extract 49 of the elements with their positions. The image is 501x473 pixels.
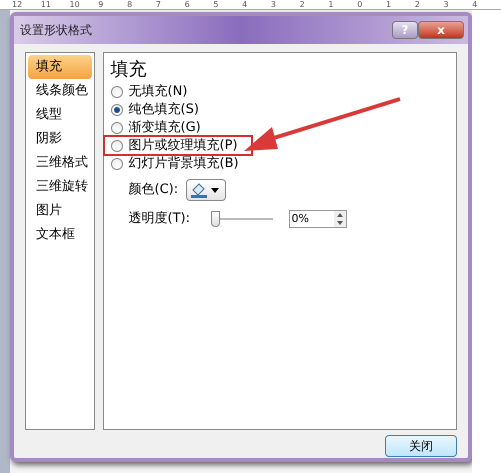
category-item[interactable]: 三维旋转 xyxy=(28,175,92,199)
ruler-number: 0 xyxy=(357,0,364,8)
ruler-number: 11 xyxy=(40,0,52,8)
ruler-number: 9 xyxy=(98,0,104,8)
category-item[interactable]: 线型 xyxy=(28,103,92,127)
spin-field[interactable]: 0% xyxy=(288,210,347,228)
slider-thumb[interactable] xyxy=(210,210,220,227)
ruler-number: 1 xyxy=(386,0,392,8)
ruler-number: 4 xyxy=(242,0,248,8)
close-dialog-button[interactable]: 关闭 xyxy=(385,435,457,457)
ruler-number: 5 xyxy=(213,0,220,8)
ruler-number: 4 xyxy=(472,0,478,8)
paint-bucket-icon xyxy=(190,182,208,198)
category-item[interactable]: 三维格式 xyxy=(28,151,92,175)
ruler-number: 6 xyxy=(184,0,191,8)
radio-button[interactable] xyxy=(110,140,123,152)
window-title: 设置形状格式 xyxy=(20,22,92,39)
radio-button[interactable] xyxy=(110,86,123,98)
category-item[interactable]: 线条颜色 xyxy=(28,79,92,103)
category-item[interactable]: 阴影 xyxy=(28,127,92,151)
radio-button[interactable] xyxy=(110,158,123,170)
ruler-number: 10 xyxy=(70,0,81,8)
ruler-number: 12 xyxy=(12,0,24,8)
ruler-number: 3 xyxy=(270,0,277,8)
close-button[interactable]: x xyxy=(418,21,464,39)
radio-label: 纯色填充(S) xyxy=(128,101,199,120)
radio-button[interactable] xyxy=(110,104,123,116)
radio-label: 无填充(N) xyxy=(128,83,188,102)
caret-icon xyxy=(211,188,220,192)
spin-value: 0% xyxy=(290,210,310,226)
ruler-number: 2 xyxy=(300,0,306,8)
category-item[interactable]: 图片 xyxy=(28,199,92,223)
color-picker-button[interactable] xyxy=(186,179,226,201)
color-label: 颜色(C): xyxy=(128,181,178,200)
spinner-arrows-icon xyxy=(334,210,346,227)
panel-heading: 填充 xyxy=(110,58,148,82)
radio-button[interactable] xyxy=(110,122,123,134)
radio-label: 渐变填充(G) xyxy=(128,119,201,138)
transparency-slider[interactable] xyxy=(210,210,273,227)
ruler-number: 7 xyxy=(156,0,162,8)
transparency-label: 透明度(T): xyxy=(128,210,191,228)
category-item[interactable]: 填充 xyxy=(28,55,92,79)
ruler-number: 3 xyxy=(443,0,450,8)
category-item[interactable]: 文本框 xyxy=(28,223,92,247)
radio-label: 幻灯片背景填充(B) xyxy=(128,155,239,174)
radio-label: 图片或纹理填充(P) xyxy=(128,137,238,156)
ruler-number: 1 xyxy=(328,0,335,8)
ruler-number: 2 xyxy=(414,0,421,8)
ruler-number: 8 xyxy=(127,0,134,8)
